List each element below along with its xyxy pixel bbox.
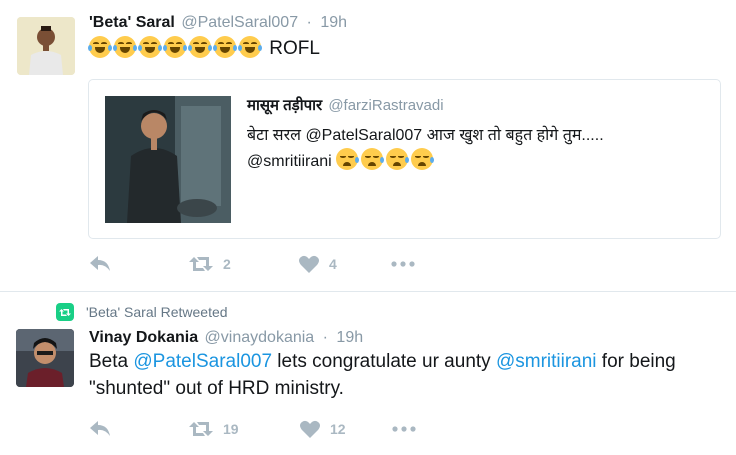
crying-face-emoji-icon xyxy=(411,148,435,170)
retweet-button[interactable]: 19 xyxy=(189,421,300,437)
quoted-text-line-2: @smritiirani xyxy=(247,148,604,174)
retweet-icon xyxy=(189,422,213,436)
quoted-tweet-text: बेटा सरल @PatelSaral007 आज खुश तो बहुत ह… xyxy=(247,124,604,174)
author-handle[interactable]: @PatelSaral007 xyxy=(181,14,298,31)
quoted-mention[interactable]: @smritiirani xyxy=(247,153,332,170)
avatar[interactable] xyxy=(17,17,75,75)
crying-face-emoji-icon xyxy=(336,148,360,170)
quoted-tweet[interactable]: मासूम तड़ीपार @farziRastravadi बेटा सरल … xyxy=(88,79,721,239)
tweet-text: ROFL xyxy=(88,36,320,62)
mention-link[interactable]: @PatelSaral007 xyxy=(133,351,272,372)
more-button[interactable] xyxy=(392,426,416,432)
tweet-timestamp[interactable]: 19h xyxy=(336,329,363,346)
reply-icon xyxy=(90,256,110,271)
crying-face-emoji-icon xyxy=(361,148,385,170)
face-with-tears-of-joy-emoji-icon xyxy=(88,36,112,58)
quoted-text-line-1: बेटा सरल @PatelSaral007 आज खुश तो बहुत ह… xyxy=(247,127,604,144)
avatar[interactable] xyxy=(16,329,74,387)
retweet-icon xyxy=(189,257,213,271)
tweet[interactable]: 'Beta' Saral Retweeted Vinay Dokania @vi… xyxy=(0,292,736,455)
like-count: 12 xyxy=(330,421,346,437)
face-with-tears-of-joy-emoji-icon xyxy=(238,36,262,58)
separator-dot: · xyxy=(306,14,312,31)
face-with-tears-of-joy-emoji-icon xyxy=(113,36,137,58)
tweet-timestamp[interactable]: 19h xyxy=(320,14,347,31)
emoji-row xyxy=(88,36,264,59)
reply-button[interactable] xyxy=(89,420,189,438)
reply-button[interactable] xyxy=(89,255,189,273)
emoji-row xyxy=(336,148,436,170)
tweet-text-part: Beta xyxy=(89,351,134,372)
tweet-text-part: lets congratulate ur aunty xyxy=(272,351,496,372)
retweet-count: 19 xyxy=(223,421,239,437)
retweet-context-label[interactable]: 'Beta' Saral Retweeted xyxy=(86,304,228,320)
quoted-tweet-header: मासूम तड़ीपार @farziRastravadi xyxy=(247,96,444,116)
quoted-author-name[interactable]: मासूम तड़ीपार xyxy=(247,97,322,114)
heart-icon xyxy=(300,420,320,438)
quoted-author-handle[interactable]: @farziRastravadi xyxy=(328,97,443,114)
mention-link[interactable]: @smritiirani xyxy=(496,351,597,372)
tweet-header: Vinay Dokania @vinaydokania · 19h xyxy=(89,328,363,348)
tweet-header: 'Beta' Saral @PatelSaral007 · 19h xyxy=(89,13,347,33)
retweet-context: 'Beta' Saral Retweeted xyxy=(56,302,228,322)
separator-dot: · xyxy=(322,329,328,346)
face-with-tears-of-joy-emoji-icon xyxy=(163,36,187,58)
retweet-button[interactable]: 2 xyxy=(189,256,299,272)
heart-icon xyxy=(299,255,319,273)
tweet-actions: 2 4 xyxy=(89,253,415,275)
more-button[interactable] xyxy=(391,261,415,267)
tweet-text-content: ROFL xyxy=(269,38,320,59)
quoted-tweet-image[interactable] xyxy=(105,96,231,223)
face-with-tears-of-joy-emoji-icon xyxy=(188,36,212,58)
more-dots-icon xyxy=(392,426,416,432)
face-with-tears-of-joy-emoji-icon xyxy=(213,36,237,58)
face-with-tears-of-joy-emoji-icon xyxy=(138,36,162,58)
reply-icon xyxy=(90,421,110,436)
author-handle[interactable]: @vinaydokania xyxy=(205,329,315,346)
tweet-actions: 19 12 xyxy=(89,418,416,440)
retweet-context-icon xyxy=(56,303,74,321)
author-name[interactable]: 'Beta' Saral xyxy=(89,14,175,31)
author-name[interactable]: Vinay Dokania xyxy=(89,329,198,346)
tweet[interactable]: 'Beta' Saral @PatelSaral007 · 19h ROFL म… xyxy=(0,0,736,292)
like-button[interactable]: 12 xyxy=(300,420,392,438)
more-dots-icon xyxy=(391,261,415,267)
retweet-count: 2 xyxy=(223,256,231,272)
like-count: 4 xyxy=(329,256,337,272)
tweet-text: Beta @PatelSaral007 lets congratulate ur… xyxy=(89,348,729,402)
like-button[interactable]: 4 xyxy=(299,255,391,273)
crying-face-emoji-icon xyxy=(386,148,410,170)
